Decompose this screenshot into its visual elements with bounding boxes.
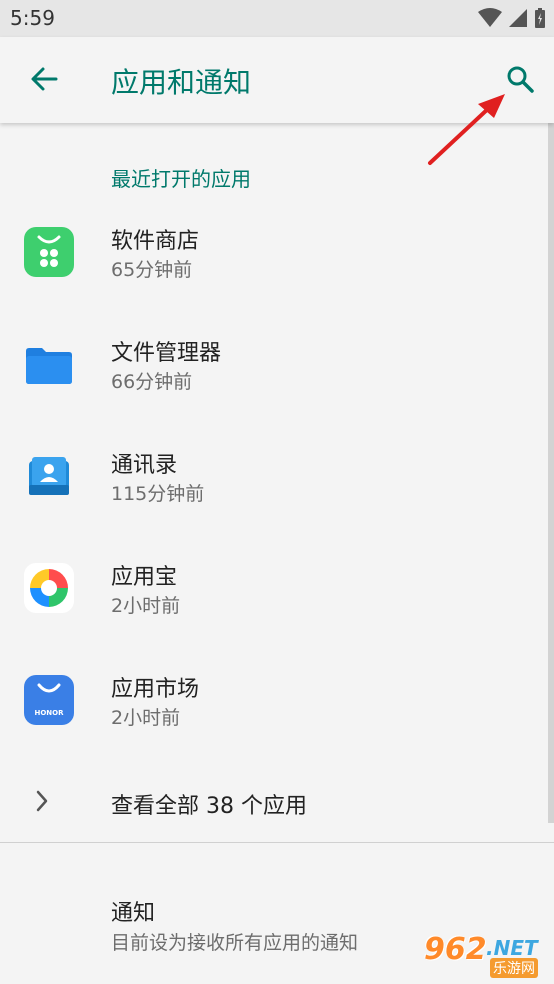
app-name: 通讯录: [111, 453, 178, 478]
watermark-net: .NET: [486, 936, 538, 960]
app-bar: 应用和通知: [0, 37, 554, 123]
page-title: 应用和通知: [111, 66, 252, 99]
status-icons: [478, 6, 546, 30]
contacts-icon: [24, 451, 74, 501]
status-bar: 5:59: [0, 0, 554, 37]
search-button[interactable]: [500, 59, 540, 99]
notifications-summary: 目前设为接收所有应用的通知: [111, 932, 359, 954]
notifications-title: 通知: [111, 901, 156, 926]
watermark-logo: 962 .NET 乐游网: [416, 930, 546, 978]
app-name: 文件管理器: [111, 341, 222, 366]
app-last-opened: 115分钟前: [111, 483, 205, 505]
app-last-opened: 65分钟前: [111, 259, 193, 281]
app-last-opened: 66分钟前: [111, 371, 193, 393]
search-icon: [507, 66, 534, 93]
see-all-apps-button[interactable]: 查看全部 38 个应用: [0, 770, 548, 834]
chevron-right-icon: [36, 790, 48, 812]
yingyongbao-icon: [24, 563, 74, 613]
arrow-left-icon: [31, 67, 58, 91]
app-item-file-manager[interactable]: 文件管理器 66分钟前: [0, 315, 548, 425]
app-item-software-store[interactable]: 软件商店 65分钟前: [0, 203, 548, 313]
wifi-icon: [478, 8, 502, 27]
app-item-app-market[interactable]: HONOR 应用市场 2小时前: [0, 651, 548, 761]
app-name: 应用市场: [111, 677, 200, 702]
app-market-icon-text: HONOR: [34, 709, 64, 717]
status-time: 5:59: [10, 6, 55, 30]
software-store-icon: [24, 227, 74, 277]
watermark-number: 962: [424, 932, 487, 967]
app-last-opened: 2小时前: [111, 595, 181, 617]
app-item-yingyongbao[interactable]: 应用宝 2小时前: [0, 539, 548, 649]
scrollbar[interactable]: [548, 123, 554, 823]
battery-icon: [535, 8, 545, 28]
app-name: 软件商店: [111, 229, 200, 254]
divider: [0, 842, 554, 843]
watermark-text: 乐游网: [490, 958, 538, 978]
app-item-contacts[interactable]: 通讯录 115分钟前: [0, 427, 548, 537]
see-all-apps-label: 查看全部 38 个应用: [111, 794, 307, 819]
app-market-icon: HONOR: [24, 675, 74, 725]
back-button[interactable]: [24, 59, 64, 99]
recent-apps-header: 最近打开的应用: [111, 167, 251, 191]
app-name: 应用宝: [111, 565, 178, 590]
file-manager-icon: [24, 339, 74, 389]
signal-icon: [509, 9, 527, 27]
app-last-opened: 2小时前: [111, 707, 181, 729]
